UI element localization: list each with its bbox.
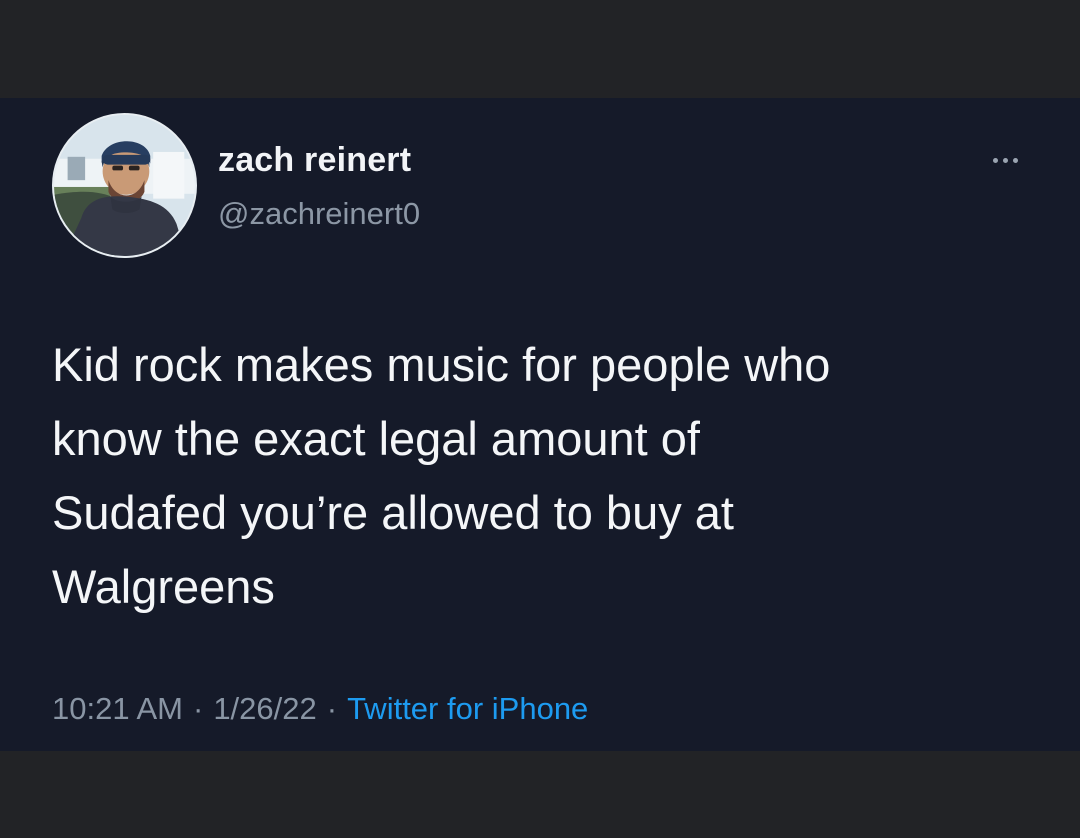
more-options-button[interactable] [984,150,1026,170]
tweet-card[interactable]: zach reinert @zachreinert0 Kid rock make… [0,98,1080,751]
tweet-text-line: know the exact legal amount of [52,412,700,465]
metadata-separator: · [326,691,338,726]
avatar[interactable] [52,113,197,258]
tweet-time[interactable]: 10:21 AM [52,691,183,726]
more-horizontal-icon [992,157,998,163]
display-name[interactable]: zach reinert [218,141,411,180]
tweet-text: Kid rock makes music for people who know… [52,328,1032,624]
tweet-date[interactable]: 1/26/22 [213,691,316,726]
tweet-source-link[interactable]: Twitter for iPhone [347,691,588,726]
metadata-separator: · [192,691,204,726]
more-horizontal-icon-dot [1012,157,1018,163]
screenshot-frame: zach reinert @zachreinert0 Kid rock make… [0,0,1080,838]
tweet-text-line: Walgreens [52,560,275,613]
tweet-text-line: Kid rock makes music for people who [52,338,831,391]
user-handle[interactable]: @zachreinert0 [218,196,420,232]
tweet-text-line: Sudafed you’re allowed to buy at [52,486,734,539]
profile-photo [54,115,195,256]
tweet-metadata: 10:21 AM · 1/26/22 · Twitter for iPhone [52,691,588,727]
more-horizontal-icon-dot [1002,157,1008,163]
